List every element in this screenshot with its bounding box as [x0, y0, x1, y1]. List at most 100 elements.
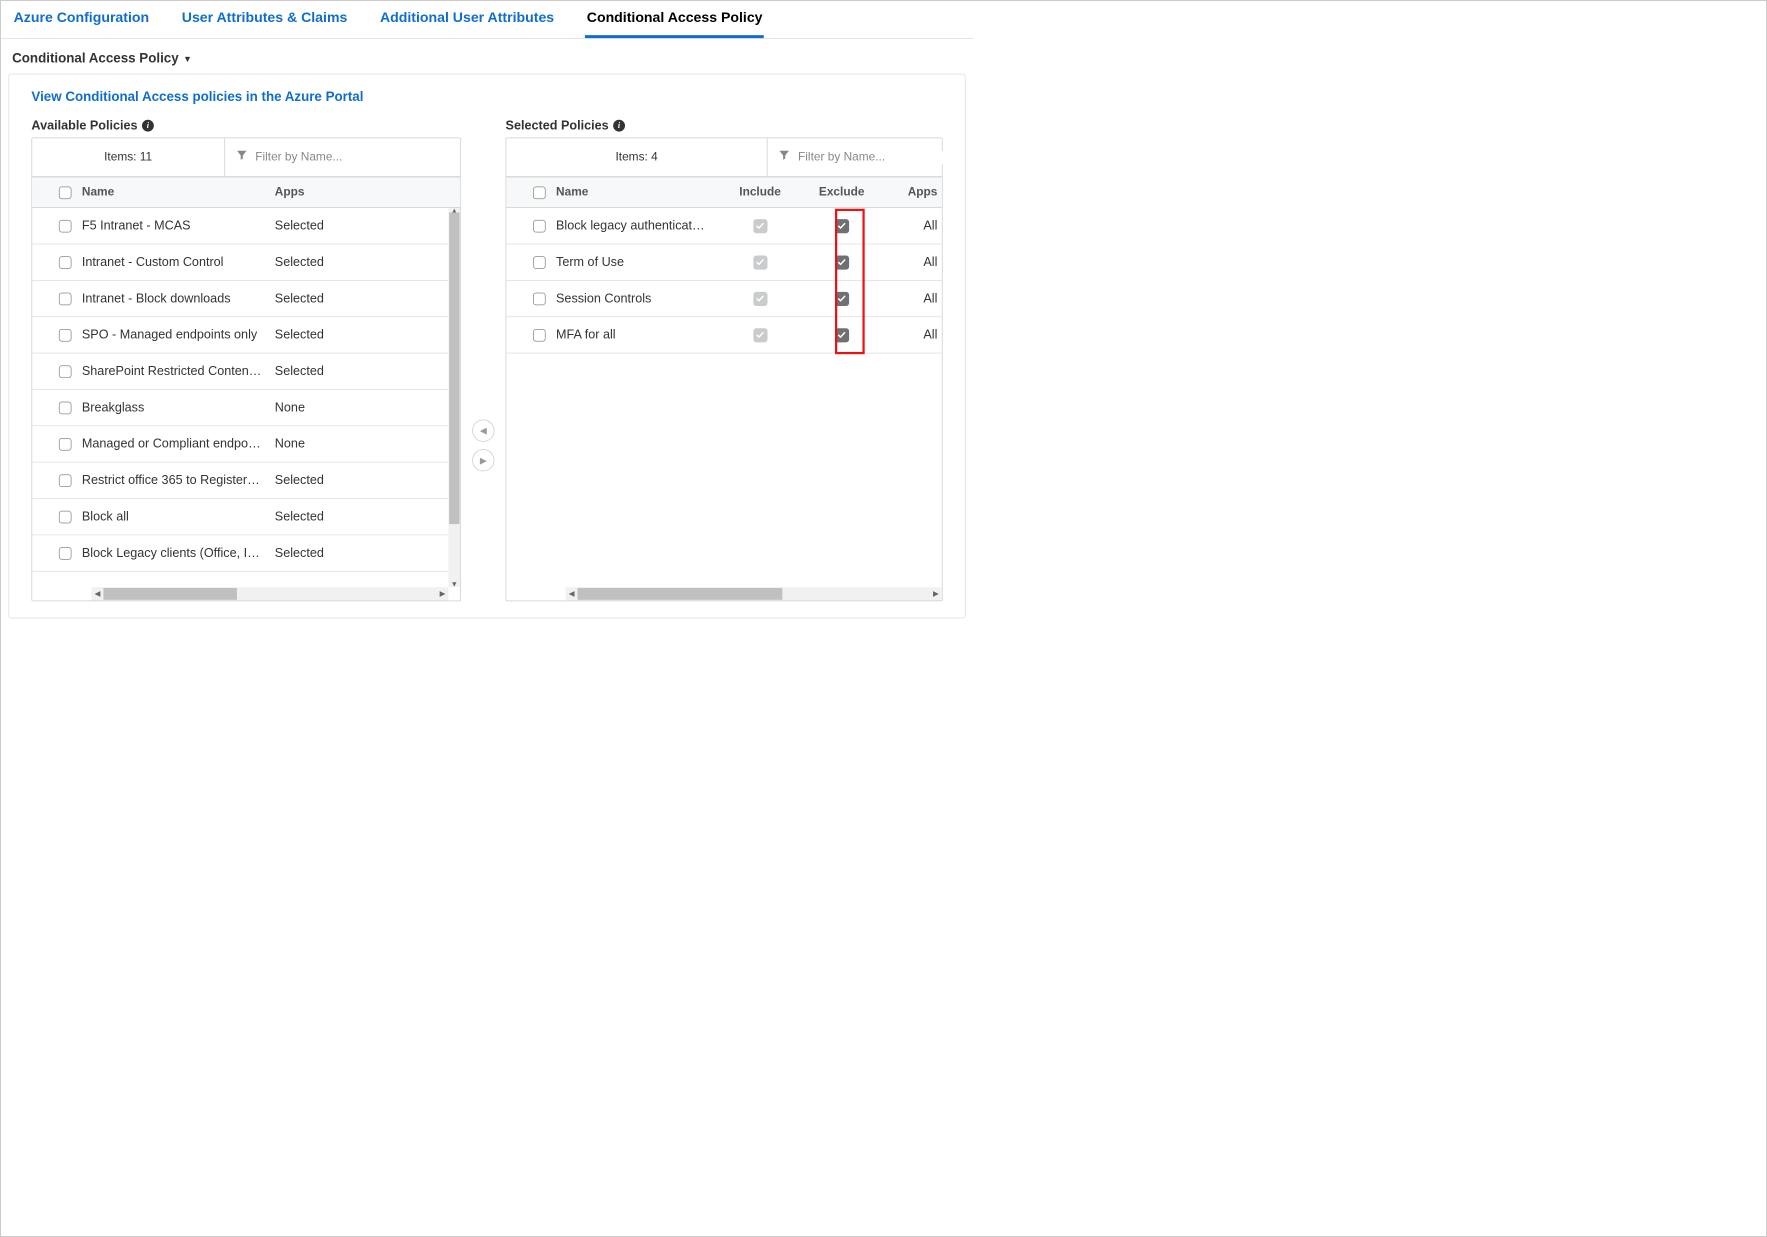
- table-row[interactable]: Restrict office 365 to Register…Selected: [32, 463, 448, 499]
- selected-policies-title: Selected Policies: [506, 118, 609, 133]
- policy-apps: All: [882, 255, 941, 270]
- table-row[interactable]: Managed or Compliant endpo…None: [32, 426, 448, 462]
- exclude-checkbox[interactable]: [835, 291, 849, 305]
- row-checkbox[interactable]: [533, 220, 546, 233]
- policy-apps: None: [275, 437, 342, 452]
- selected-items-count: Items: 4: [506, 138, 767, 176]
- header-include[interactable]: Include: [719, 186, 801, 199]
- table-row[interactable]: Block allSelected: [32, 499, 448, 535]
- scroll-right-arrow-icon[interactable]: ▶: [437, 590, 449, 598]
- scroll-down-arrow-icon[interactable]: ▼: [448, 578, 460, 587]
- available-filter-input[interactable]: [255, 151, 450, 164]
- vertical-scrollbar[interactable]: ▲ ▼: [448, 208, 460, 587]
- row-checkbox[interactable]: [59, 438, 72, 451]
- scroll-right-arrow-icon[interactable]: ▶: [930, 590, 942, 598]
- row-checkbox[interactable]: [533, 256, 546, 269]
- policy-name: SharePoint Restricted Conten…: [82, 364, 275, 379]
- policy-apps: Selected: [275, 291, 342, 306]
- scroll-left-arrow-icon[interactable]: ◀: [92, 590, 104, 598]
- row-checkbox[interactable]: [533, 329, 546, 342]
- row-checkbox[interactable]: [59, 474, 72, 487]
- row-checkbox[interactable]: [59, 292, 72, 305]
- tab-conditional-access-policy[interactable]: Conditional Access Policy: [585, 1, 764, 38]
- exclude-checkbox[interactable]: [835, 255, 849, 269]
- view-in-azure-portal-link[interactable]: View Conditional Access policies in the …: [31, 89, 363, 105]
- selected-policies-panel: Selected Policies i Items: 4 Name: [506, 118, 943, 601]
- table-row[interactable]: Term of Use All: [506, 244, 942, 280]
- horizontal-scrollbar[interactable]: ◀ ▶: [566, 587, 942, 600]
- policy-name: Block Legacy clients (Office, I…: [82, 546, 275, 561]
- selected-filter-input[interactable]: [798, 151, 952, 164]
- header-name[interactable]: Name: [82, 186, 275, 199]
- horizontal-scrollbar[interactable]: ◀ ▶: [92, 587, 449, 600]
- tab-additional-user-attributes[interactable]: Additional User Attributes: [378, 1, 555, 38]
- table-row[interactable]: Block Legacy clients (Office, I…Selected: [32, 535, 448, 571]
- caret-down-icon: ▼: [183, 53, 192, 63]
- available-select-all-checkbox[interactable]: [59, 186, 72, 199]
- policy-apps: Selected: [275, 546, 342, 561]
- tab-azure-configuration[interactable]: Azure Configuration: [12, 1, 150, 38]
- policy-apps: Selected: [275, 473, 342, 488]
- tab-user-attributes-claims[interactable]: User Attributes & Claims: [180, 1, 349, 38]
- header-exclude[interactable]: Exclude: [801, 186, 883, 199]
- policy-apps: All: [882, 327, 941, 342]
- policy-name: Restrict office 365 to Register…: [82, 473, 275, 488]
- filter-icon: [235, 149, 248, 166]
- content-frame: View Conditional Access policies in the …: [8, 74, 965, 619]
- policy-name: MFA for all: [556, 327, 719, 342]
- row-checkbox[interactable]: [59, 547, 72, 560]
- include-checkbox[interactable]: [753, 328, 767, 342]
- table-row[interactable]: Intranet - Custom ControlSelected: [32, 244, 448, 280]
- available-policies-panel: Available Policies i Items: 11 Name: [31, 118, 461, 601]
- table-row[interactable]: Intranet - Block downloadsSelected: [32, 281, 448, 317]
- policy-apps: All: [882, 291, 941, 306]
- move-left-button[interactable]: ◀: [472, 419, 494, 441]
- filter-icon: [778, 149, 791, 166]
- policy-apps: Selected: [275, 364, 342, 379]
- selected-select-all-checkbox[interactable]: [533, 186, 546, 199]
- section-title: Conditional Access Policy: [12, 51, 179, 67]
- policy-apps: None: [275, 400, 342, 415]
- header-apps[interactable]: Apps: [275, 186, 342, 199]
- policy-name: Block legacy authenticat…: [556, 218, 719, 233]
- row-checkbox[interactable]: [59, 365, 72, 378]
- move-right-button[interactable]: ▶: [472, 449, 494, 471]
- include-checkbox[interactable]: [753, 219, 767, 233]
- table-row[interactable]: Session Controls All: [506, 281, 942, 317]
- row-checkbox[interactable]: [533, 292, 546, 305]
- info-icon[interactable]: i: [613, 120, 625, 132]
- policy-name: Block all: [82, 509, 275, 524]
- policy-name: Breakglass: [82, 400, 275, 415]
- policy-apps: Selected: [275, 509, 342, 524]
- header-name[interactable]: Name: [556, 186, 719, 199]
- table-row[interactable]: Block legacy authenticat…All: [506, 208, 942, 244]
- horizontal-scroll-thumb[interactable]: [103, 588, 236, 600]
- row-checkbox[interactable]: [59, 329, 72, 342]
- policy-name: Managed or Compliant endpo…: [82, 437, 275, 452]
- row-checkbox[interactable]: [59, 510, 72, 523]
- horizontal-scroll-thumb[interactable]: [578, 588, 782, 600]
- vertical-scroll-thumb[interactable]: [449, 212, 459, 524]
- scroll-left-arrow-icon[interactable]: ◀: [566, 590, 578, 598]
- table-row[interactable]: MFA for all All: [506, 317, 942, 353]
- info-icon[interactable]: i: [142, 120, 154, 132]
- row-checkbox[interactable]: [59, 256, 72, 269]
- policy-apps: Selected: [275, 327, 342, 342]
- row-checkbox[interactable]: [59, 220, 72, 233]
- include-checkbox[interactable]: [753, 291, 767, 305]
- section-title-dropdown[interactable]: Conditional Access Policy ▼: [1, 39, 973, 74]
- exclude-checkbox[interactable]: [835, 328, 849, 342]
- policy-name: Intranet - Custom Control: [82, 255, 275, 270]
- table-row[interactable]: SPO - Managed endpoints onlySelected: [32, 317, 448, 353]
- row-checkbox[interactable]: [59, 401, 72, 414]
- policy-apps: Selected: [275, 255, 342, 270]
- exclude-checkbox[interactable]: [835, 219, 849, 233]
- include-checkbox[interactable]: [753, 255, 767, 269]
- table-row[interactable]: F5 Intranet - MCASSelected: [32, 208, 448, 244]
- policy-name: Session Controls: [556, 291, 719, 306]
- header-apps[interactable]: Apps: [882, 186, 941, 199]
- policy-name: Term of Use: [556, 255, 719, 270]
- table-row[interactable]: BreakglassNone: [32, 390, 448, 426]
- transfer-buttons: ◀ ▶: [468, 118, 498, 601]
- table-row[interactable]: SharePoint Restricted Conten…Selected: [32, 353, 448, 389]
